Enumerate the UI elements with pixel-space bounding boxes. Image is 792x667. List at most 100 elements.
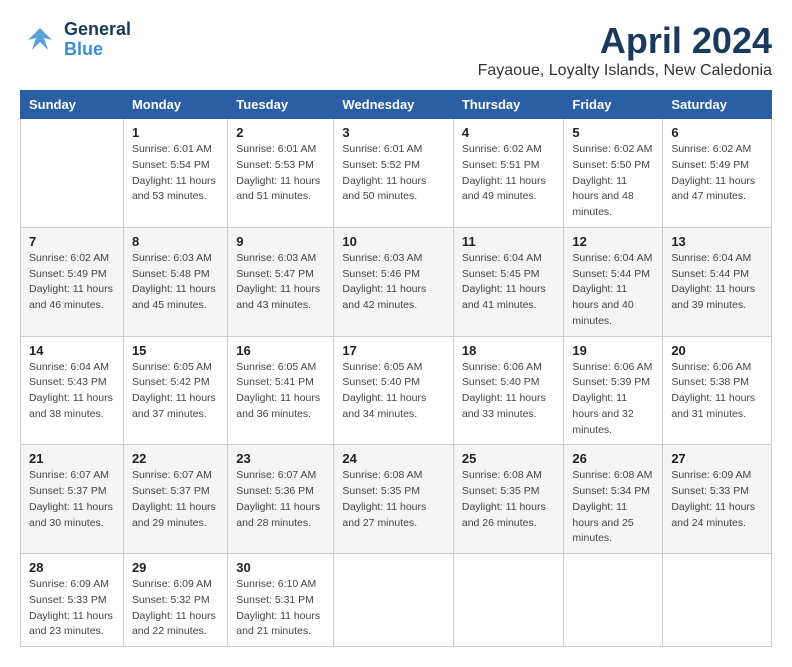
- day-detail: Sunrise: 6:01 AMSunset: 5:53 PMDaylight:…: [236, 143, 320, 202]
- day-detail: Sunrise: 6:01 AMSunset: 5:52 PMDaylight:…: [342, 143, 426, 202]
- calendar-cell: 29 Sunrise: 6:09 AMSunset: 5:32 PMDaylig…: [123, 554, 227, 647]
- day-detail: Sunrise: 6:07 AMSunset: 5:37 PMDaylight:…: [132, 469, 216, 528]
- day-detail: Sunrise: 6:09 AMSunset: 5:33 PMDaylight:…: [29, 578, 113, 637]
- calendar-cell: 23 Sunrise: 6:07 AMSunset: 5:36 PMDaylig…: [228, 445, 334, 554]
- day-number: 22: [132, 451, 219, 466]
- day-detail: Sunrise: 6:03 AMSunset: 5:47 PMDaylight:…: [236, 252, 320, 311]
- calendar-cell: 14 Sunrise: 6:04 AMSunset: 5:43 PMDaylig…: [21, 336, 124, 445]
- calendar-cell: 11 Sunrise: 6:04 AMSunset: 5:45 PMDaylig…: [453, 227, 564, 336]
- day-number: 27: [671, 451, 763, 466]
- day-number: 23: [236, 451, 325, 466]
- day-detail: Sunrise: 6:08 AMSunset: 5:34 PMDaylight:…: [572, 469, 652, 544]
- day-detail: Sunrise: 6:08 AMSunset: 5:35 PMDaylight:…: [342, 469, 426, 528]
- calendar-subtitle: Fayaoue, Loyalty Islands, New Caledonia: [478, 62, 772, 80]
- day-number: 20: [671, 343, 763, 358]
- column-header-monday: Monday: [123, 91, 227, 119]
- calendar-cell: [453, 554, 564, 647]
- calendar-cell: 9 Sunrise: 6:03 AMSunset: 5:47 PMDayligh…: [228, 227, 334, 336]
- header: General Blue April 2024 Fayaoue, Loyalty…: [20, 20, 772, 80]
- calendar-cell: 13 Sunrise: 6:04 AMSunset: 5:44 PMDaylig…: [663, 227, 772, 336]
- day-detail: Sunrise: 6:07 AMSunset: 5:36 PMDaylight:…: [236, 469, 320, 528]
- day-detail: Sunrise: 6:04 AMSunset: 5:44 PMDaylight:…: [671, 252, 755, 311]
- calendar-cell: 12 Sunrise: 6:04 AMSunset: 5:44 PMDaylig…: [564, 227, 663, 336]
- calendar-cell: 3 Sunrise: 6:01 AMSunset: 5:52 PMDayligh…: [334, 119, 453, 228]
- calendar-cell: [21, 119, 124, 228]
- calendar-cell: 6 Sunrise: 6:02 AMSunset: 5:49 PMDayligh…: [663, 119, 772, 228]
- day-number: 6: [671, 125, 763, 140]
- day-detail: Sunrise: 6:04 AMSunset: 5:44 PMDaylight:…: [572, 252, 652, 327]
- day-detail: Sunrise: 6:04 AMSunset: 5:45 PMDaylight:…: [462, 252, 546, 311]
- calendar-cell: 26 Sunrise: 6:08 AMSunset: 5:34 PMDaylig…: [564, 445, 663, 554]
- day-detail: Sunrise: 6:05 AMSunset: 5:40 PMDaylight:…: [342, 361, 426, 420]
- calendar-cell: 28 Sunrise: 6:09 AMSunset: 5:33 PMDaylig…: [21, 554, 124, 647]
- day-detail: Sunrise: 6:01 AMSunset: 5:54 PMDaylight:…: [132, 143, 216, 202]
- day-detail: Sunrise: 6:02 AMSunset: 5:49 PMDaylight:…: [29, 252, 113, 311]
- day-number: 15: [132, 343, 219, 358]
- calendar-cell: 30 Sunrise: 6:10 AMSunset: 5:31 PMDaylig…: [228, 554, 334, 647]
- day-number: 17: [342, 343, 444, 358]
- day-number: 11: [462, 234, 556, 249]
- calendar-body: 1 Sunrise: 6:01 AMSunset: 5:54 PMDayligh…: [21, 119, 772, 647]
- logo-bird-icon: [20, 20, 60, 60]
- day-number: 8: [132, 234, 219, 249]
- calendar-title: April 2024: [478, 20, 772, 62]
- day-detail: Sunrise: 6:06 AMSunset: 5:40 PMDaylight:…: [462, 361, 546, 420]
- calendar-cell: 16 Sunrise: 6:05 AMSunset: 5:41 PMDaylig…: [228, 336, 334, 445]
- day-number: 12: [572, 234, 654, 249]
- day-number: 10: [342, 234, 444, 249]
- calendar-cell: [663, 554, 772, 647]
- day-number: 3: [342, 125, 444, 140]
- calendar-cell: 18 Sunrise: 6:06 AMSunset: 5:40 PMDaylig…: [453, 336, 564, 445]
- day-detail: Sunrise: 6:06 AMSunset: 5:39 PMDaylight:…: [572, 361, 652, 436]
- column-header-thursday: Thursday: [453, 91, 564, 119]
- day-number: 24: [342, 451, 444, 466]
- day-detail: Sunrise: 6:09 AMSunset: 5:32 PMDaylight:…: [132, 578, 216, 637]
- calendar-cell: [564, 554, 663, 647]
- day-detail: Sunrise: 6:02 AMSunset: 5:49 PMDaylight:…: [671, 143, 755, 202]
- column-header-tuesday: Tuesday: [228, 91, 334, 119]
- calendar-cell: 27 Sunrise: 6:09 AMSunset: 5:33 PMDaylig…: [663, 445, 772, 554]
- day-number: 26: [572, 451, 654, 466]
- calendar-week-4: 21 Sunrise: 6:07 AMSunset: 5:37 PMDaylig…: [21, 445, 772, 554]
- calendar-cell: 5 Sunrise: 6:02 AMSunset: 5:50 PMDayligh…: [564, 119, 663, 228]
- calendar-cell: 17 Sunrise: 6:05 AMSunset: 5:40 PMDaylig…: [334, 336, 453, 445]
- column-header-wednesday: Wednesday: [334, 91, 453, 119]
- calendar-cell: 25 Sunrise: 6:08 AMSunset: 5:35 PMDaylig…: [453, 445, 564, 554]
- day-number: 19: [572, 343, 654, 358]
- day-number: 28: [29, 560, 115, 575]
- day-detail: Sunrise: 6:09 AMSunset: 5:33 PMDaylight:…: [671, 469, 755, 528]
- day-detail: Sunrise: 6:03 AMSunset: 5:46 PMDaylight:…: [342, 252, 426, 311]
- day-detail: Sunrise: 6:03 AMSunset: 5:48 PMDaylight:…: [132, 252, 216, 311]
- column-header-saturday: Saturday: [663, 91, 772, 119]
- day-number: 29: [132, 560, 219, 575]
- calendar-cell: 15 Sunrise: 6:05 AMSunset: 5:42 PMDaylig…: [123, 336, 227, 445]
- calendar-cell: 22 Sunrise: 6:07 AMSunset: 5:37 PMDaylig…: [123, 445, 227, 554]
- calendar-week-5: 28 Sunrise: 6:09 AMSunset: 5:33 PMDaylig…: [21, 554, 772, 647]
- day-detail: Sunrise: 6:02 AMSunset: 5:51 PMDaylight:…: [462, 143, 546, 202]
- calendar-cell: 1 Sunrise: 6:01 AMSunset: 5:54 PMDayligh…: [123, 119, 227, 228]
- calendar-cell: 7 Sunrise: 6:02 AMSunset: 5:49 PMDayligh…: [21, 227, 124, 336]
- day-detail: Sunrise: 6:10 AMSunset: 5:31 PMDaylight:…: [236, 578, 320, 637]
- day-number: 9: [236, 234, 325, 249]
- calendar-cell: 10 Sunrise: 6:03 AMSunset: 5:46 PMDaylig…: [334, 227, 453, 336]
- logo-blue-text: Blue: [64, 40, 131, 60]
- calendar-cell: 2 Sunrise: 6:01 AMSunset: 5:53 PMDayligh…: [228, 119, 334, 228]
- day-number: 5: [572, 125, 654, 140]
- day-detail: Sunrise: 6:08 AMSunset: 5:35 PMDaylight:…: [462, 469, 546, 528]
- calendar-cell: 21 Sunrise: 6:07 AMSunset: 5:37 PMDaylig…: [21, 445, 124, 554]
- title-area: April 2024 Fayaoue, Loyalty Islands, New…: [478, 20, 772, 80]
- calendar-week-2: 7 Sunrise: 6:02 AMSunset: 5:49 PMDayligh…: [21, 227, 772, 336]
- day-number: 25: [462, 451, 556, 466]
- day-number: 13: [671, 234, 763, 249]
- calendar-cell: 20 Sunrise: 6:06 AMSunset: 5:38 PMDaylig…: [663, 336, 772, 445]
- day-number: 21: [29, 451, 115, 466]
- day-number: 30: [236, 560, 325, 575]
- calendar-cell: 19 Sunrise: 6:06 AMSunset: 5:39 PMDaylig…: [564, 336, 663, 445]
- day-number: 1: [132, 125, 219, 140]
- logo-general-text: General: [64, 20, 131, 40]
- day-detail: Sunrise: 6:04 AMSunset: 5:43 PMDaylight:…: [29, 361, 113, 420]
- day-detail: Sunrise: 6:02 AMSunset: 5:50 PMDaylight:…: [572, 143, 652, 218]
- day-number: 16: [236, 343, 325, 358]
- day-detail: Sunrise: 6:07 AMSunset: 5:37 PMDaylight:…: [29, 469, 113, 528]
- calendar-table: SundayMondayTuesdayWednesdayThursdayFrid…: [20, 90, 772, 647]
